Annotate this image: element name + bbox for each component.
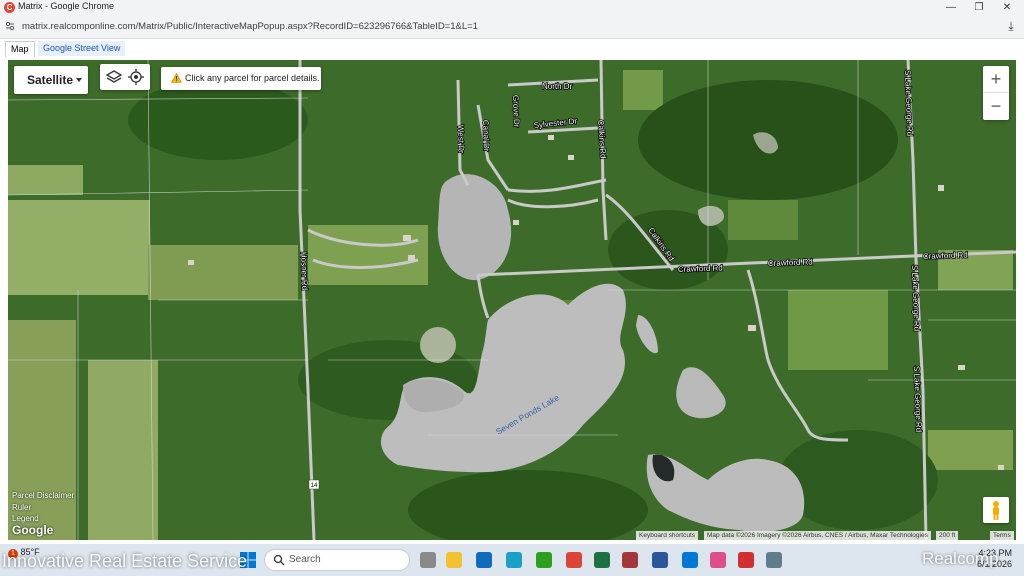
- scale-label[interactable]: 200 ft: [936, 531, 959, 540]
- street-view-pegman[interactable]: [983, 497, 1009, 523]
- file-explorer-icon[interactable]: [446, 552, 462, 568]
- url-text[interactable]: matrix.realcomponline.com/Matrix/Public/…: [22, 21, 478, 32]
- satellite-map[interactable]: 14 North Dr Sylvester Dr Calkins Rd Calk…: [8, 60, 1016, 540]
- watermark-left: Innovative Real Estate Service: [2, 551, 248, 571]
- excel-icon[interactable]: [594, 552, 610, 568]
- acrobat-icon[interactable]: [738, 552, 754, 568]
- edge-icon[interactable]: [506, 552, 522, 568]
- label-crawford-rd-3: Crawford Rd: [923, 250, 968, 261]
- keyboard-shortcuts-link[interactable]: Keyboard shortcuts: [636, 531, 699, 540]
- window-title: Matrix - Google Chrome: [18, 1, 115, 11]
- tab-map[interactable]: Map: [5, 41, 35, 57]
- map-tools: [100, 64, 150, 90]
- map-type-label: Satellite: [27, 73, 74, 87]
- notice-text: Click any parcel for parcel details.: [185, 73, 320, 83]
- chrome-taskbar-icon[interactable]: [566, 552, 582, 568]
- legend-link[interactable]: Legend: [12, 514, 39, 523]
- google-logo: Google: [12, 523, 54, 537]
- label-grove-dr: Grove Dr: [511, 95, 521, 128]
- field-area: [8, 165, 83, 195]
- settings-icon[interactable]: [766, 552, 782, 568]
- map-tabs: Map Google Street View: [0, 39, 1024, 59]
- watermark-right: Realcomp: [922, 549, 999, 568]
- mail-icon[interactable]: [682, 552, 698, 568]
- outlook-icon[interactable]: [476, 552, 492, 568]
- label-canal-dr: Canal Dr: [481, 120, 491, 152]
- label-crawford-rd-2: Crawford Rd: [768, 257, 813, 268]
- terms-link[interactable]: Terms: [990, 531, 1014, 540]
- minimize-button[interactable]: —: [936, 0, 966, 16]
- zoom-control: + −: [983, 66, 1009, 120]
- route-label: 14: [311, 483, 318, 489]
- word-icon[interactable]: [652, 552, 668, 568]
- ruler-link[interactable]: Ruler: [12, 503, 31, 512]
- warning-icon: [171, 73, 182, 83]
- address-bar[interactable]: matrix.realcomponline.com/Matrix/Public/…: [0, 16, 1024, 39]
- map-type-dropdown[interactable]: Satellite: [14, 66, 88, 94]
- taskbar-search[interactable]: Search: [264, 549, 410, 571]
- search-icon: [273, 554, 285, 566]
- site-info-icon[interactable]: [5, 21, 15, 31]
- parcel-disclaimer-link[interactable]: Parcel Disclaimer: [12, 491, 74, 500]
- close-button[interactable]: ✕: [992, 0, 1022, 16]
- zoom-in-button[interactable]: +: [983, 66, 1009, 93]
- zoom-out-button[interactable]: −: [983, 93, 1009, 119]
- download-icon[interactable]: ⤓: [1004, 19, 1018, 33]
- parcel-notice: Click any parcel for parcel details.: [161, 67, 321, 90]
- chrome-icon: C: [4, 2, 15, 13]
- label-crawford-rd-1: Crawford Rd: [678, 263, 723, 274]
- my-location-icon[interactable]: [127, 68, 145, 86]
- task-view-icon[interactable]: [420, 552, 436, 568]
- caret-down-icon: [76, 78, 82, 82]
- map-imagery[interactable]: 14 North Dr Sylvester Dr Calkins Rd Calk…: [8, 60, 1016, 540]
- label-north-dr: North Dr: [542, 82, 573, 91]
- label-hosner-rd: Hosner Rd: [299, 252, 309, 291]
- layers-icon[interactable]: [105, 68, 123, 86]
- search-placeholder: Search: [289, 554, 321, 565]
- map-data-attribution: Map data ©2026 Imagery ©2026 Airbus, CNE…: [704, 531, 931, 540]
- paint-icon[interactable]: [710, 552, 726, 568]
- quickbooks-icon[interactable]: [536, 552, 552, 568]
- access-icon[interactable]: [622, 552, 638, 568]
- tab-street-view[interactable]: Google Street View: [38, 41, 126, 56]
- title-bar: C Matrix - Google Chrome — ❐ ✕: [0, 0, 1024, 16]
- restore-button[interactable]: ❐: [964, 0, 994, 16]
- pegman-icon: [993, 501, 999, 520]
- label-west-dr: West Dr: [456, 125, 466, 154]
